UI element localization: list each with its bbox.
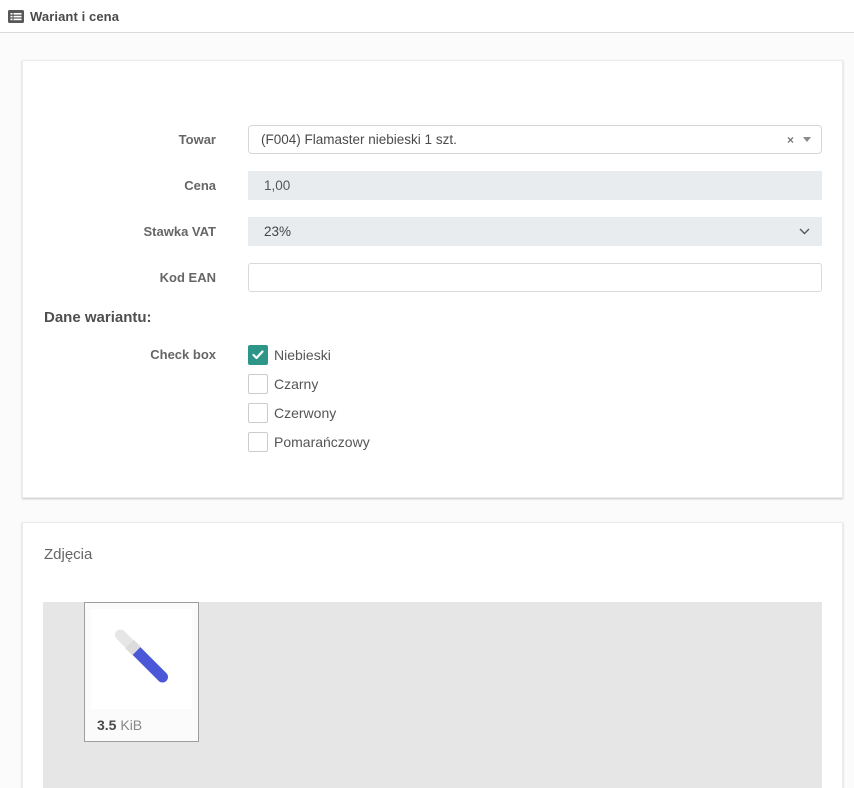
checkbox-niebieski[interactable]: [248, 345, 268, 365]
blue-marker-image: [91, 609, 192, 709]
clear-icon[interactable]: ×: [787, 133, 794, 147]
vat-row: Stawka VAT 23%: [23, 217, 822, 246]
cena-row: Cena: [23, 171, 822, 200]
cena-label: Cena: [23, 178, 248, 193]
ean-row: Kod EAN: [23, 263, 822, 292]
variant-price-card: Towar (F004) Flamaster niebieski 1 szt. …: [22, 60, 843, 498]
towar-label: Towar: [23, 132, 248, 147]
variant-data-heading: Dane wariantu:: [44, 309, 842, 326]
file-size-unit: KiB: [120, 717, 142, 733]
ean-label: Kod EAN: [23, 270, 248, 285]
photos-dropzone[interactable]: 3.5 KiB: [43, 602, 822, 788]
chevron-down-icon: [799, 228, 810, 235]
towar-select-value: (F004) Flamaster niebieski 1 szt.: [261, 132, 781, 147]
checkbox-row: Niebieski: [248, 345, 822, 365]
list-alt-icon: [8, 10, 24, 23]
towar-row: Towar (F004) Flamaster niebieski 1 szt. …: [23, 125, 822, 154]
dropdown-caret-icon[interactable]: [803, 137, 811, 142]
vat-label: Stawka VAT: [23, 224, 248, 239]
cena-input[interactable]: [248, 171, 822, 200]
page-header: Wariant i cena: [0, 0, 854, 33]
file-size-value: 3.5: [97, 717, 116, 733]
checkbox-czarny[interactable]: [248, 374, 268, 394]
checkbox-row: Czerwony: [248, 403, 822, 423]
towar-select[interactable]: (F004) Flamaster niebieski 1 szt. ×: [248, 125, 822, 154]
photos-title: Zdjęcia: [23, 523, 842, 563]
vat-select-value: 23%: [264, 224, 291, 239]
checkbox-row: Czarny: [248, 374, 822, 394]
checkbox-group-label: Check box: [23, 345, 248, 461]
photos-card: Zdjęcia 3.5 KiB: [22, 522, 843, 788]
page-title: Wariant i cena: [30, 9, 119, 24]
checkbox-label: Czarny: [274, 376, 318, 392]
checkbox-label: Pomarańczowy: [274, 434, 370, 450]
checkbox-label: Niebieski: [274, 347, 331, 363]
ean-input[interactable]: [248, 263, 822, 292]
checkbox-group: Check box Niebieski Czarny Czerwony: [23, 345, 822, 461]
photo-thumbnail[interactable]: 3.5 KiB: [84, 602, 199, 742]
file-size-label: 3.5 KiB: [91, 717, 192, 733]
vat-select[interactable]: 23%: [248, 217, 822, 246]
checkbox-row: Pomarańczowy: [248, 432, 822, 452]
checkbox-label: Czerwony: [274, 405, 336, 421]
checkbox-pomaranczowy[interactable]: [248, 432, 268, 452]
checkbox-czerwony[interactable]: [248, 403, 268, 423]
